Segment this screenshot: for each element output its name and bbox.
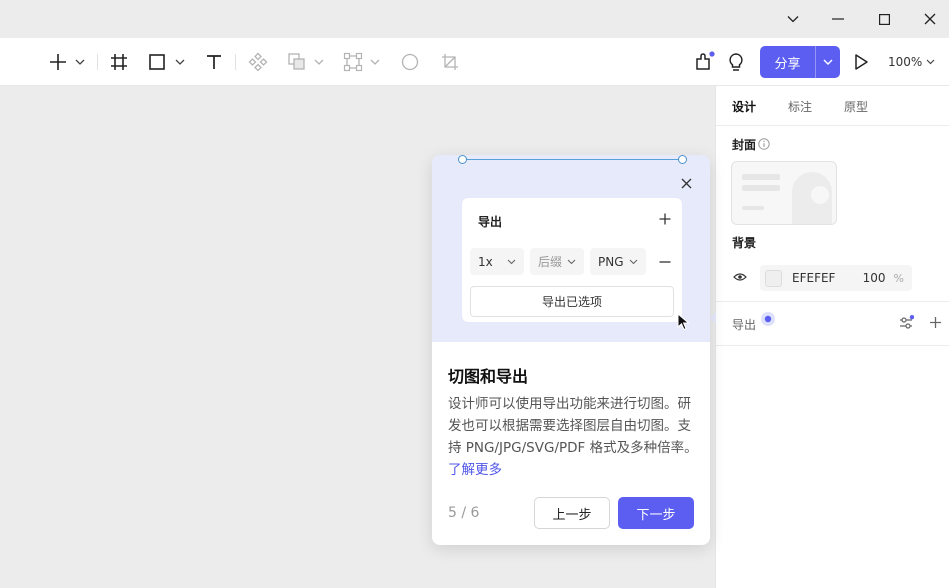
share-button-group: 分享 xyxy=(760,46,840,78)
tab-design[interactable]: 设计 xyxy=(732,98,756,115)
plugin-icon[interactable] xyxy=(692,50,716,74)
chevron-down-icon xyxy=(567,259,576,264)
vector-path-tool-button[interactable] xyxy=(343,50,383,74)
tour-body-text: 设计师可以使用导出功能来进行切图。研发也可以根据需要选择图层自由切图。支持 PN… xyxy=(448,396,698,456)
export-settings-sliders-icon[interactable] xyxy=(898,315,914,331)
zoom-level: 100% xyxy=(888,55,923,69)
learn-more-link[interactable]: 了解更多 xyxy=(448,462,502,478)
opacity-unit: % xyxy=(893,271,904,285)
rectangle-tool-button[interactable] xyxy=(148,50,188,74)
format-value: PNG xyxy=(598,254,624,269)
export-panel-preview: 导出 1x 后缀 PNG 导出已选项 xyxy=(462,198,682,322)
format-select: PNG xyxy=(590,248,646,275)
crop-tool-icon[interactable] xyxy=(439,50,461,74)
eye-visibility-icon[interactable] xyxy=(733,272,747,282)
tour-pointer-arrow xyxy=(709,312,716,324)
guide-hotspot-icon xyxy=(761,312,775,326)
lightbulb-icon[interactable] xyxy=(724,50,748,74)
next-step-button[interactable]: 下一步 xyxy=(618,497,694,529)
tab-annotate[interactable]: 标注 xyxy=(788,98,812,115)
chevron-down-icon xyxy=(629,259,638,264)
plus-icon xyxy=(659,213,671,225)
toolbar-divider xyxy=(97,54,98,70)
tour-description: 设计师可以使用导出功能来进行切图。研发也可以根据需要选择图层自由切图。支持 PN… xyxy=(448,393,698,481)
component-tool-icon[interactable] xyxy=(247,50,269,74)
background-color-swatch[interactable] xyxy=(765,269,782,287)
main-toolbar: 分享 100% xyxy=(0,38,949,86)
info-icon[interactable] xyxy=(758,138,770,150)
minus-icon xyxy=(659,261,671,263)
export-selected-button-preview: 导出已选项 xyxy=(470,286,674,317)
scale-value: 1x xyxy=(478,254,493,269)
cover-thumbnail[interactable] xyxy=(731,161,837,225)
cover-section-title: 封面 xyxy=(732,138,757,152)
scale-select: 1x xyxy=(470,248,524,275)
cover-placeholder-image xyxy=(742,172,832,224)
background-color-field[interactable]: EFEFEF 100 % xyxy=(760,265,912,291)
selection-handle xyxy=(458,155,467,164)
selection-handle xyxy=(678,155,687,164)
panel-tabs: 设计 标注 原型 xyxy=(716,86,949,126)
frame-tool-icon[interactable] xyxy=(108,50,130,74)
background-section-title: 背景 xyxy=(732,236,757,250)
tour-step-counter: 5 / 6 xyxy=(448,505,480,521)
window-titlebar xyxy=(0,0,949,38)
selection-line xyxy=(462,159,682,160)
background-opacity-value[interactable]: 100 xyxy=(863,271,886,285)
tour-illustration: 导出 1x 后缀 PNG 导出已选项 xyxy=(432,155,710,342)
mouse-cursor-icon xyxy=(677,313,690,331)
play-preview-icon[interactable] xyxy=(850,50,872,74)
add-tool-button[interactable] xyxy=(48,50,88,74)
share-options-chevron-icon[interactable] xyxy=(816,46,840,78)
preview-export-title: 导出 xyxy=(478,215,503,229)
suffix-placeholder: 后缀 xyxy=(538,255,563,269)
collapse-chevron-icon[interactable] xyxy=(770,0,816,38)
previous-step-button[interactable]: 上一步 xyxy=(534,497,610,529)
tab-prototype[interactable]: 原型 xyxy=(844,98,868,115)
suffix-field: 后缀 xyxy=(530,248,584,275)
minimize-button[interactable] xyxy=(815,0,861,38)
background-hex-value[interactable]: EFEFEF xyxy=(792,271,835,285)
share-button[interactable]: 分享 xyxy=(760,46,815,78)
add-export-plus-icon[interactable] xyxy=(929,316,942,329)
chevron-down-icon xyxy=(507,259,516,264)
close-window-button[interactable] xyxy=(907,0,949,38)
toolbar-divider xyxy=(235,54,236,70)
mask-circle-icon[interactable] xyxy=(399,50,421,74)
export-section-title: 导出 xyxy=(732,318,757,332)
maximize-button[interactable] xyxy=(861,0,907,38)
design-panel: 设计 标注 原型 封面 背景 EFEFEF 100 % 导出 xyxy=(715,86,949,588)
feature-tour-popover: 导出 1x 后缀 PNG 导出已选项 切图和导出 设计师可以使用导出功能来进行切… xyxy=(432,155,710,545)
text-tool-icon[interactable] xyxy=(203,50,225,74)
export-section-row: 导出 xyxy=(716,301,949,346)
chevron-down-icon xyxy=(926,59,935,65)
close-icon[interactable] xyxy=(681,178,692,189)
boolean-tool-button[interactable] xyxy=(287,50,327,74)
zoom-dropdown[interactable]: 100% xyxy=(888,50,935,74)
tour-title: 切图和导出 xyxy=(448,367,529,386)
